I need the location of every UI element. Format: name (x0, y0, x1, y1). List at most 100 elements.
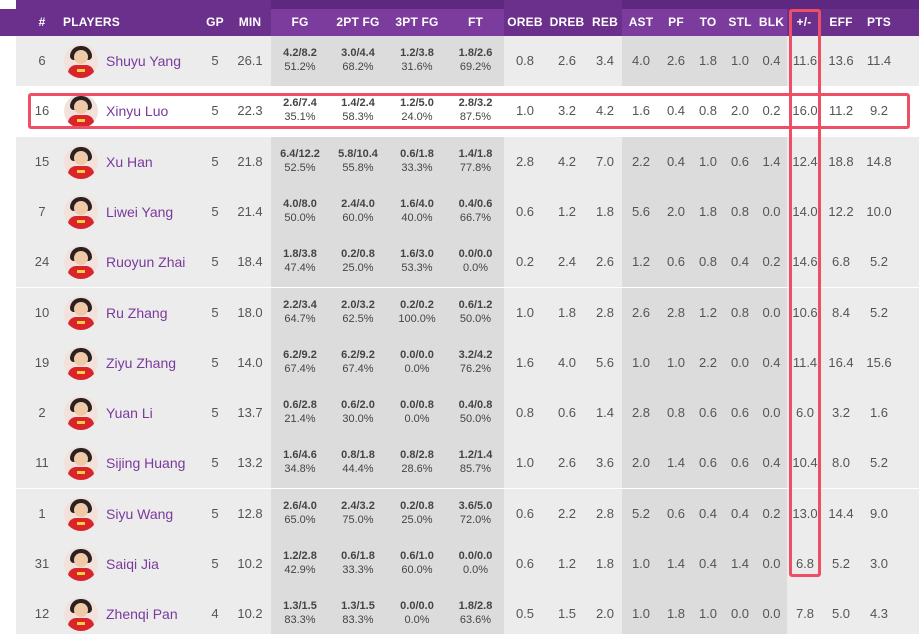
stat-gp: 5 (211, 354, 219, 370)
stat-plus-minus: 14.6 (792, 254, 818, 270)
col-number[interactable]: # (16, 9, 68, 36)
stat-oreb: 1.0 (515, 455, 535, 471)
stat-to: 0.4 (698, 556, 718, 571)
col-3pt-fg[interactable]: 3PT FG (387, 9, 447, 36)
stat-eff: 5.0 (831, 606, 851, 622)
stat-fg: 1.3/1.5 83.3% (283, 600, 317, 627)
stat-3pt-fg: 1.6/3.0 53.3% (400, 248, 434, 275)
stat-oreb: 1.0 (515, 304, 535, 320)
player-number: 7 (38, 203, 46, 219)
col-to[interactable]: TO (692, 9, 724, 36)
player-headshot-icon (64, 345, 98, 380)
stat-stl: 0.0 (730, 354, 750, 370)
player-name-link[interactable]: Ruoyun Zhai (106, 237, 206, 287)
col-eff[interactable]: EFF (821, 9, 861, 36)
player-row[interactable]: 1 Siyu Wang 5 12.8 2.6/4.0 65.0% 2.4/3.2 7… (0, 488, 919, 539)
stat-fg: 6.2/9.2 67.4% (283, 348, 317, 375)
stat-min: 21.4 (237, 203, 263, 219)
stat-gp: 5 (211, 254, 219, 270)
col-players[interactable]: PLAYERS (63, 9, 203, 36)
player-row[interactable]: 16 Xinyu Luo 5 22.3 2.6/7.4 35.1% 1.4/2.4… (0, 86, 919, 137)
stat-3pt-fg: 0.8/2.8 28.6% (400, 449, 434, 476)
player-name-link[interactable]: Yuan Li (106, 388, 206, 438)
col-2pt-fg[interactable]: 2PT FG (329, 9, 387, 36)
player-number: 24 (34, 254, 50, 270)
col-plus-minus[interactable]: +/- (789, 9, 819, 36)
stat-3pt-fg: 0.6/1.8 33.3% (400, 147, 434, 174)
col-gp[interactable]: GP (200, 9, 230, 36)
player-number: 2 (38, 405, 46, 421)
player-name-link[interactable]: Xu Han (106, 137, 206, 187)
player-name-link[interactable]: Ru Zhang (106, 288, 206, 338)
stat-gp: 5 (211, 505, 219, 521)
player-name-link[interactable]: Ziyu Zhang (106, 338, 206, 388)
stat-ft: 0.4/0.6 66.7% (458, 197, 493, 224)
player-row[interactable]: 19 Ziyu Zhang 5 14.0 6.2/9.2 67.4% 6.2/9.… (0, 337, 919, 388)
stat-blk: 0.2 (762, 103, 781, 119)
stat-2pt-fg: 0.6/1.8 33.3% (341, 550, 375, 576)
player-headshot-icon (64, 597, 98, 632)
stat-pf: 1.8 (666, 606, 686, 622)
player-row[interactable]: 31 Saiqi Jia 5 10.2 1.2/2.8 42.9% 0.6/1.8… (0, 539, 919, 589)
col-stl[interactable]: STL (724, 9, 756, 36)
stat-eff: 5.2 (831, 556, 851, 571)
stat-3pt-fg: 0.0/0.0 0.0% (400, 600, 434, 627)
stat-fg: 4.0/8.0 50.0% (283, 197, 317, 224)
stat-3pt-fg: 0.0/0.0 0.0% (400, 348, 434, 375)
stat-eff: 18.8 (828, 153, 854, 169)
stat-oreb: 0.8 (515, 53, 535, 68)
stat-2pt-fg: 2.0/3.2 62.5% (341, 298, 375, 325)
col-pts[interactable]: PTS (861, 9, 897, 36)
player-name-link[interactable]: Xinyu Luo (106, 86, 206, 136)
stat-blk: 0.0 (762, 405, 781, 421)
stat-reb: 1.4 (595, 405, 615, 421)
stat-stl: 0.8 (730, 203, 750, 219)
player-row[interactable]: 6 Shuyu Yang 5 26.1 4.2/8.2 51.2% 3.0/4.4… (0, 36, 919, 86)
stat-fg: 0.6/2.8 21.4% (283, 399, 317, 426)
stat-3pt-fg: 1.6/4.0 40.0% (400, 197, 434, 224)
col-oreb[interactable]: OREB (504, 9, 546, 36)
stat-blk: 1.4 (762, 153, 781, 169)
col-fg[interactable]: FG (271, 9, 329, 36)
player-row[interactable]: 10 Ru Zhang 5 18.0 2.2/3.4 64.7% 2.0/3.2 6… (0, 287, 919, 338)
player-row[interactable]: 2 Yuan Li 5 13.7 0.6/2.8 21.4% 0.6/2.0 30.… (0, 388, 919, 439)
stat-min: 10.2 (237, 606, 263, 622)
stat-dreb: 1.5 (557, 606, 577, 622)
player-name-link[interactable]: Shuyu Yang (106, 36, 206, 86)
player-row[interactable]: 12 Zhenqi Pan 4 10.2 1.3/1.5 83.3% 1.3/1.… (0, 589, 919, 634)
player-row[interactable]: 7 Liwei Yang 5 21.4 4.0/8.0 50.0% 2.4/4.0… (0, 186, 919, 237)
player-number: 11 (35, 455, 49, 471)
player-number: 1 (38, 505, 46, 521)
stat-blk: 0.0 (762, 556, 781, 571)
stat-eff: 14.4 (828, 505, 854, 521)
player-number: 12 (34, 606, 50, 622)
col-ft[interactable]: FT (447, 9, 504, 36)
col-reb[interactable]: REB (588, 9, 622, 36)
player-name-link[interactable]: Siyu Wang (106, 489, 206, 539)
player-name-link[interactable]: Saiqi Jia (106, 539, 206, 589)
player-name-link[interactable]: Zhenqi Pan (106, 589, 206, 634)
col-min[interactable]: MIN (230, 9, 270, 36)
player-number: 19 (34, 354, 50, 370)
stat-blk: 0.0 (762, 606, 781, 622)
stat-stl: 0.0 (730, 606, 750, 622)
col-blk[interactable]: BLK (756, 9, 787, 36)
stat-fg: 2.2/3.4 64.7% (283, 298, 317, 325)
stat-eff: 13.6 (828, 53, 854, 68)
stat-ast: 1.0 (631, 606, 651, 622)
stat-reb: 1.8 (595, 556, 615, 571)
col-ast[interactable]: AST (622, 9, 660, 36)
player-row[interactable]: 24 Ruoyun Zhai 5 18.4 1.8/3.8 47.4% 0.2/0… (0, 237, 919, 288)
stat-plus-minus: 14.0 (792, 203, 818, 219)
stat-to: 1.2 (698, 304, 718, 320)
stat-dreb: 2.2 (557, 505, 577, 521)
player-name-link[interactable]: Liwei Yang (106, 187, 206, 237)
col-pf[interactable]: PF (660, 9, 692, 36)
stat-ast: 2.8 (631, 405, 651, 421)
player-row[interactable]: 11 Sijing Huang 5 13.2 1.6/4.6 34.8% 0.8/… (0, 438, 919, 489)
col-dreb[interactable]: DREB (546, 9, 588, 36)
player-row[interactable]: 15 Xu Han 5 21.8 6.4/12.2 52.5% 5.8/10.4 5… (0, 136, 919, 187)
stat-dreb: 4.0 (557, 354, 577, 370)
stat-pts: 14.8 (866, 153, 892, 169)
player-name-link[interactable]: Sijing Huang (106, 438, 206, 488)
